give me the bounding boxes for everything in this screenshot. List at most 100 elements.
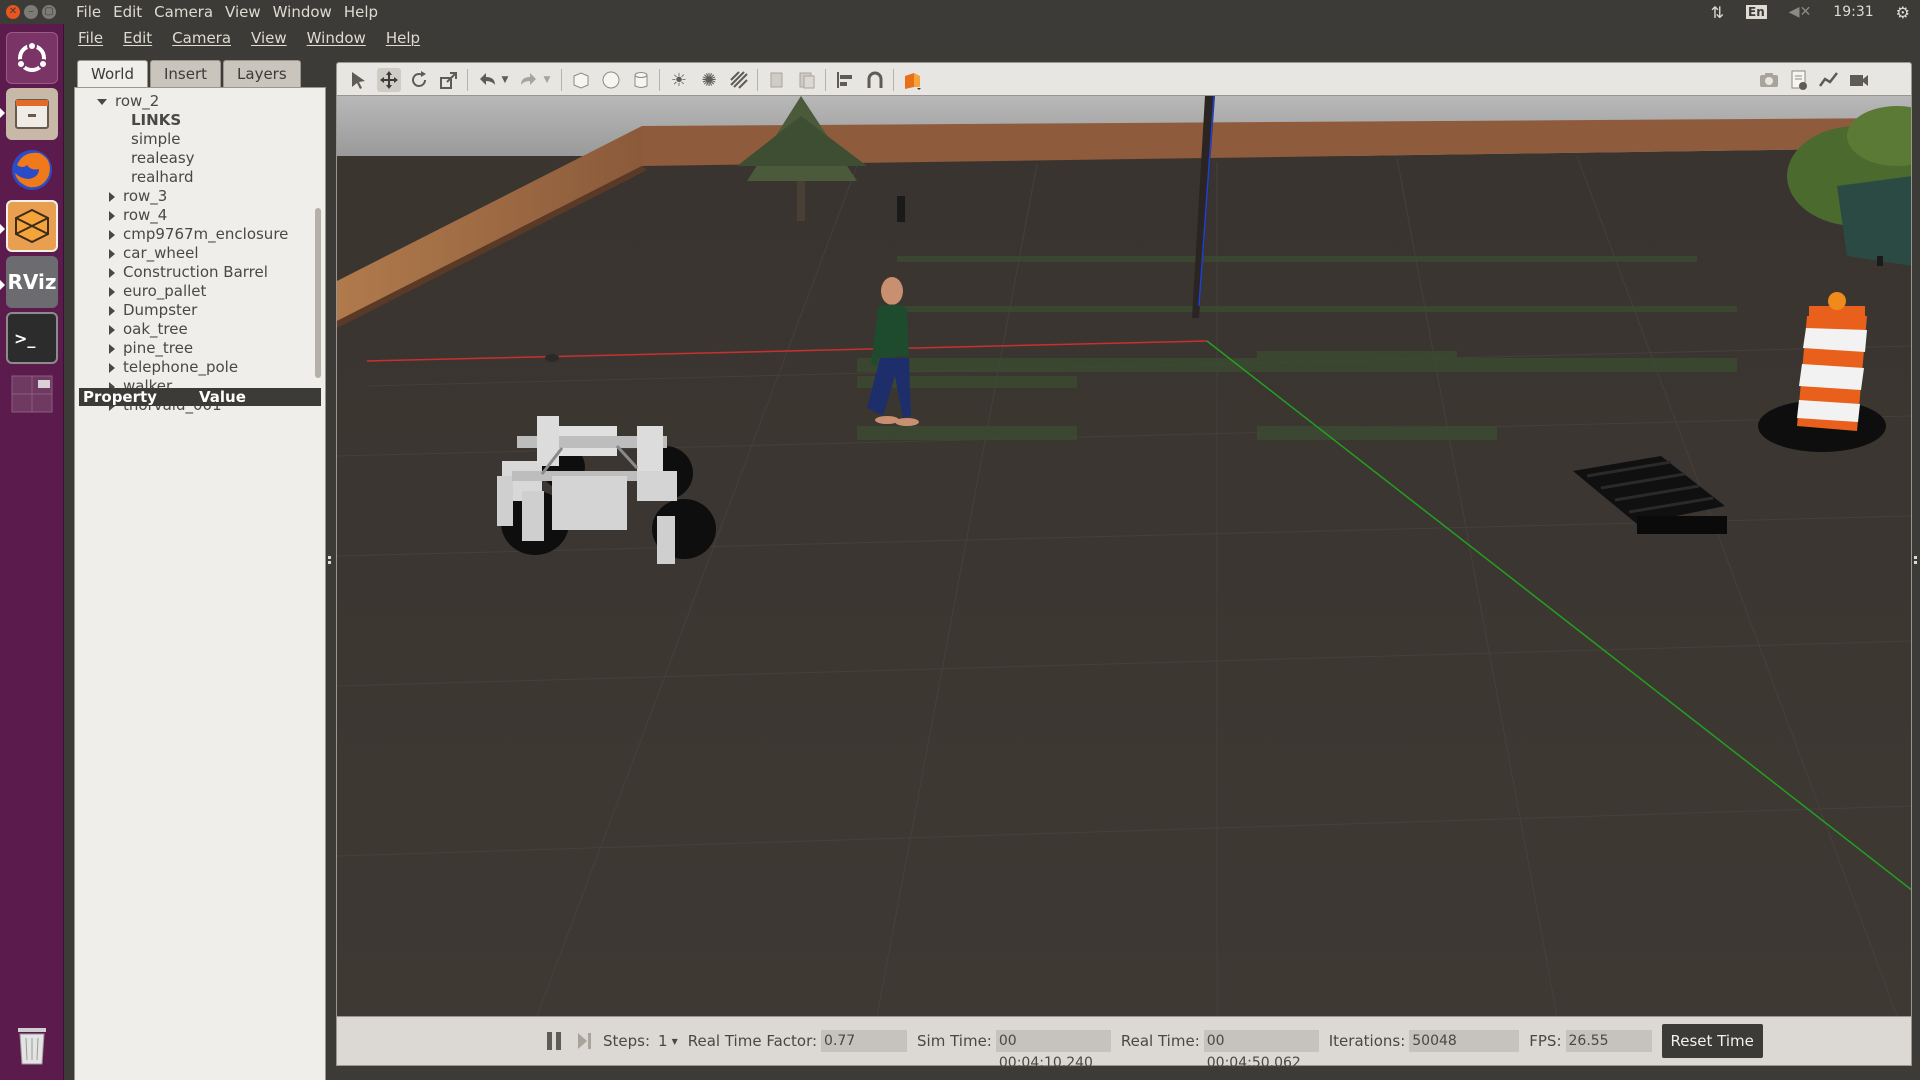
gear-icon[interactable]: ⚙ xyxy=(1896,3,1910,22)
maximize-window-icon[interactable]: ▢ xyxy=(42,5,56,19)
car-wheel xyxy=(897,196,905,222)
global-menu-help[interactable]: Help xyxy=(344,3,378,21)
tree-item-simple[interactable]: simple xyxy=(131,130,181,149)
select-arrow-icon[interactable] xyxy=(347,68,371,92)
tree-item-enclosure[interactable]: cmp9767m_enclosure xyxy=(109,225,288,244)
menu-window[interactable]: Window xyxy=(307,29,366,47)
tab-layers[interactable]: Layers xyxy=(223,60,301,87)
expand-arrow-icon[interactable] xyxy=(109,210,115,221)
global-menu-window[interactable]: Window xyxy=(273,3,332,21)
expand-arrow-icon[interactable] xyxy=(109,343,115,354)
tree-item-label: row_3 xyxy=(123,187,168,205)
rotate-icon[interactable] xyxy=(407,68,431,92)
menu-camera[interactable]: Camera xyxy=(172,29,231,47)
translate-icon[interactable] xyxy=(377,68,401,92)
network-arrows-icon[interactable]: ⇅ xyxy=(1711,3,1724,22)
tree-item-row-2[interactable]: row_2 xyxy=(97,92,159,111)
tree-scrollbar[interactable] xyxy=(315,208,321,378)
right-splitter-handle[interactable] xyxy=(1912,556,1918,570)
screenshot-icon[interactable] xyxy=(1757,68,1781,92)
record-icon[interactable] xyxy=(1847,68,1871,92)
steps-value: 1 xyxy=(658,1032,668,1050)
expand-arrow-icon[interactable] xyxy=(109,305,115,316)
keyboard-layout-indicator[interactable]: En xyxy=(1746,5,1767,19)
ubuntu-logo-icon[interactable] xyxy=(6,32,58,84)
minimize-window-icon[interactable]: – xyxy=(24,5,38,19)
trash-icon[interactable] xyxy=(6,1020,58,1072)
snap-icon[interactable] xyxy=(863,68,887,92)
global-menu-view[interactable]: View xyxy=(225,3,261,21)
tree-item-telephone-pole[interactable]: telephone_pole xyxy=(109,358,238,377)
rviz-icon[interactable]: RViz xyxy=(6,256,58,308)
tree-item-row-3[interactable]: row_3 xyxy=(109,187,167,206)
undo-dropdown-icon[interactable]: ▼ xyxy=(499,68,511,92)
copy-icon[interactable] xyxy=(765,68,789,92)
expand-arrow-icon[interactable] xyxy=(109,286,115,297)
terminal-icon[interactable]: >_ xyxy=(6,312,58,364)
volume-muted-icon[interactable]: ◀✕ xyxy=(1789,4,1812,20)
expand-arrow-icon[interactable] xyxy=(109,362,115,373)
app-menu-bar: File Edit Camera View Window Help xyxy=(64,24,1920,52)
pause-icon[interactable] xyxy=(547,1032,561,1050)
reset-time-button[interactable]: Reset Time xyxy=(1661,1024,1763,1058)
view-angle-icon[interactable] xyxy=(901,68,925,92)
step-icon[interactable] xyxy=(577,1032,593,1050)
expand-arrow-icon[interactable] xyxy=(109,248,115,259)
expand-arrow-icon[interactable] xyxy=(109,324,115,335)
menu-help[interactable]: Help xyxy=(386,29,420,47)
plot-icon[interactable] xyxy=(1817,68,1841,92)
undo-icon[interactable] xyxy=(475,68,499,92)
log-icon[interactable] xyxy=(1787,68,1811,92)
system-indicators: ⇅ En ◀✕ 19:31 ⚙ xyxy=(1711,0,1910,24)
spot-light-icon[interactable]: ✺ xyxy=(697,68,721,92)
expand-arrow-icon[interactable] xyxy=(97,98,107,105)
tree-item-dumpster[interactable]: Dumpster xyxy=(109,301,197,320)
value-column-header[interactable]: Value xyxy=(199,388,246,406)
workspaces-icon[interactable] xyxy=(6,368,58,420)
tree-item-row-4[interactable]: row_4 xyxy=(109,206,167,225)
cylinder-shape-icon[interactable] xyxy=(629,68,653,92)
file-cabinet-icon[interactable] xyxy=(6,88,58,140)
gazebo-icon[interactable] xyxy=(6,200,58,252)
property-column-header[interactable]: Property xyxy=(79,388,199,406)
box-shape-icon[interactable] xyxy=(569,68,593,92)
tree-item-realhard[interactable]: realhard xyxy=(131,168,194,187)
tree-item-label: realhard xyxy=(131,168,194,186)
tree-item-car-wheel[interactable]: car_wheel xyxy=(109,244,199,263)
directional-light-icon[interactable] xyxy=(727,68,751,92)
steps-spinner[interactable]: 1 ▼ xyxy=(658,1032,678,1050)
simulation-status-bar: Steps: 1 ▼ Real Time Factor: 0.77 Sim Tim… xyxy=(336,1016,1912,1071)
firefox-icon[interactable] xyxy=(6,144,58,196)
tree-item-label: LINKS xyxy=(131,111,182,129)
close-window-icon[interactable]: ✕ xyxy=(6,5,20,19)
menu-file[interactable]: File xyxy=(78,29,103,47)
expand-arrow-icon[interactable] xyxy=(109,191,115,202)
menu-edit[interactable]: Edit xyxy=(123,29,152,47)
tree-item-pine-tree[interactable]: pine_tree xyxy=(109,339,193,358)
tree-item-links[interactable]: LINKS xyxy=(131,111,181,130)
global-menu-file[interactable]: File xyxy=(76,3,101,21)
toolbar-separator xyxy=(893,69,894,91)
global-menu-camera[interactable]: Camera xyxy=(154,3,213,21)
align-icon[interactable] xyxy=(833,68,857,92)
scale-icon[interactable] xyxy=(437,68,461,92)
tree-item-label: telephone_pole xyxy=(123,358,239,376)
clock[interactable]: 19:31 xyxy=(1833,4,1873,20)
tab-world[interactable]: World xyxy=(77,60,148,87)
global-menu-edit[interactable]: Edit xyxy=(113,3,142,21)
tab-insert[interactable]: Insert xyxy=(150,60,222,87)
tree-item-oak-tree[interactable]: oak_tree xyxy=(109,320,188,339)
tree-item-construction-barrel[interactable]: Construction Barrel xyxy=(109,263,268,282)
tree-item-realeasy[interactable]: realeasy xyxy=(131,149,195,168)
expand-arrow-icon[interactable] xyxy=(109,267,115,278)
redo-icon[interactable] xyxy=(517,68,541,92)
redo-dropdown-icon[interactable]: ▼ xyxy=(541,68,553,92)
sphere-shape-icon[interactable] xyxy=(599,68,623,92)
menu-view[interactable]: View xyxy=(251,29,287,47)
panel-splitter-handle[interactable] xyxy=(326,556,332,570)
point-light-icon[interactable]: ☀ xyxy=(667,68,691,92)
expand-arrow-icon[interactable] xyxy=(109,229,115,240)
paste-icon[interactable] xyxy=(795,68,819,92)
tree-item-euro-pallet[interactable]: euro_pallet xyxy=(109,282,206,301)
3d-viewport[interactable] xyxy=(336,96,1912,1016)
